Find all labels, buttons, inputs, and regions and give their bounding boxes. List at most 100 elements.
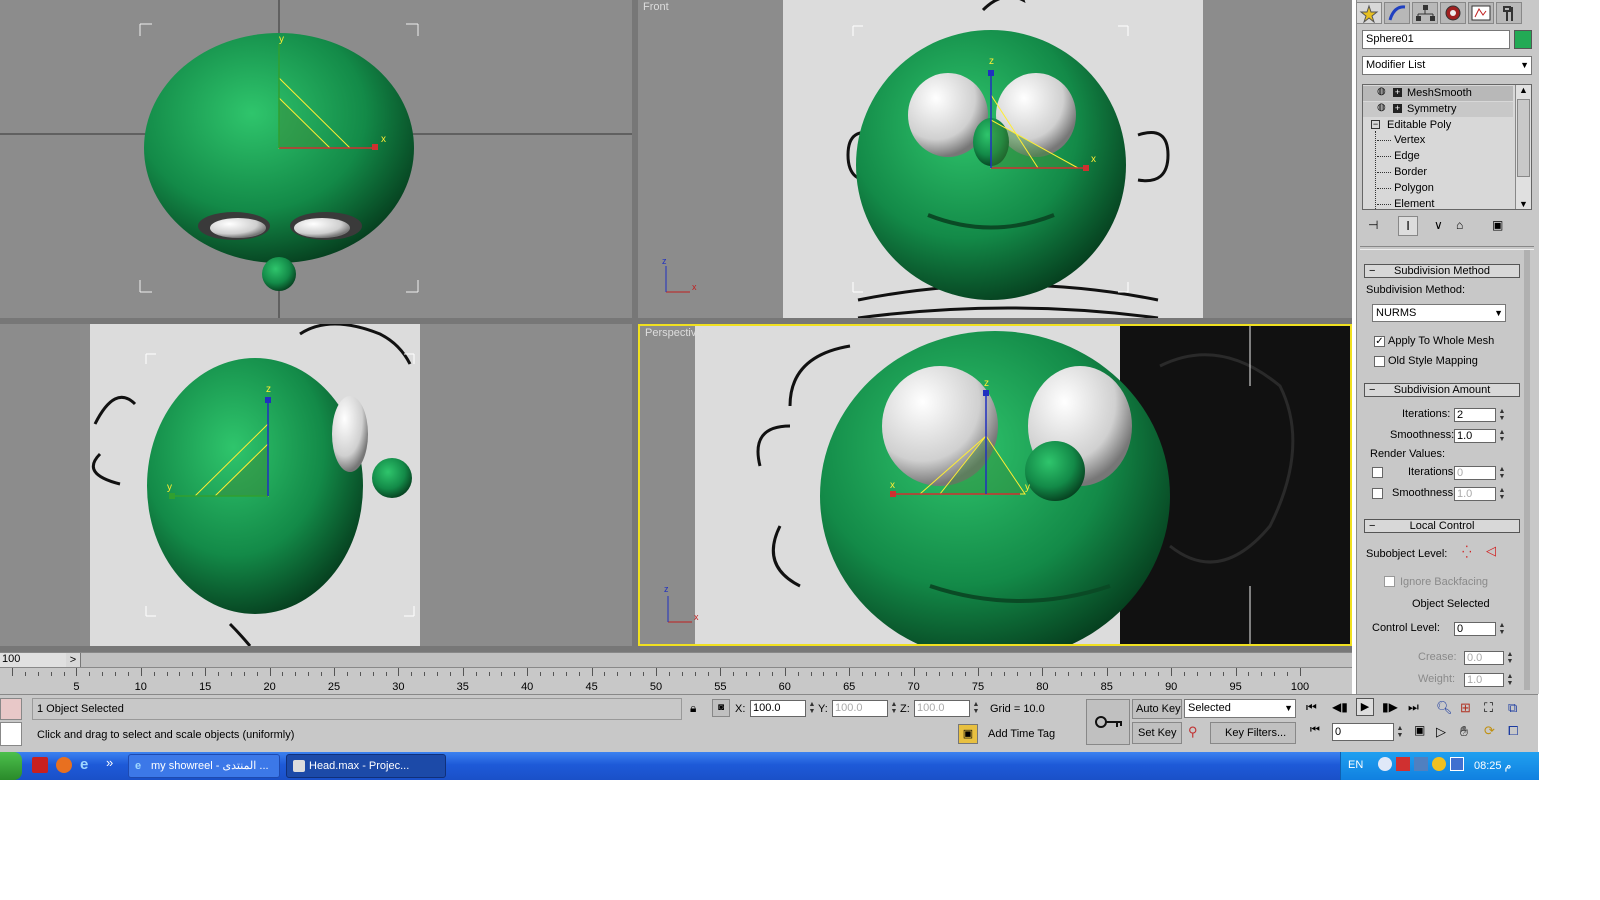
firefox-icon[interactable] — [56, 757, 72, 773]
go-to-end-icon[interactable]: ⏭︎ — [1408, 700, 1419, 715]
modifier-stack[interactable]: ◍ + MeshSmooth ◍ + Symmetry − Editable P… — [1362, 84, 1532, 210]
key-mode-toggle-icon[interactable]: ⏮︎ — [1310, 724, 1320, 737]
set-key-button[interactable]: Set Key — [1132, 722, 1182, 744]
tray-back-icon[interactable] — [1378, 757, 1392, 771]
rollout-subdivision-amount[interactable]: − Subdivision Amount — [1364, 383, 1520, 397]
next-frame-icon[interactable]: ▮▶︎ — [1382, 700, 1398, 714]
hierarchy-tab-icon[interactable] — [1412, 2, 1438, 24]
stack-scrollbar[interactable]: ▲ ▼ — [1515, 85, 1531, 209]
spinner-arrows-icon[interactable]: ▲ ▼ — [808, 701, 816, 715]
stack-subobject-border[interactable]: Border — [1377, 166, 1427, 178]
tray-messenger-icon[interactable] — [1432, 757, 1446, 771]
pan-icon[interactable]: ✋︎ — [1460, 723, 1468, 740]
utilities-tab-icon[interactable] — [1496, 2, 1522, 24]
viewport-left[interactable]: y z — [0, 324, 632, 646]
object-color-swatch[interactable] — [1514, 30, 1532, 49]
scroll-thumb[interactable] — [1517, 99, 1530, 177]
quick-launch-chevron[interactable]: » — [106, 755, 113, 770]
spinner-arrows-icon[interactable]: ▲ ▼ — [1506, 673, 1514, 687]
motion-tab-icon[interactable] — [1440, 2, 1466, 24]
subdivision-method-dropdown[interactable]: NURMS ▼ — [1372, 304, 1506, 322]
modifier-list-dropdown[interactable]: Modifier List ▼ — [1362, 56, 1532, 75]
zoom-extents-all-icon[interactable]: ⧉ — [1508, 700, 1517, 716]
iterations-spinner[interactable]: 2 — [1454, 408, 1496, 422]
key-mode-dropdown[interactable]: Selected ▼ — [1184, 699, 1296, 718]
tray-display-icon[interactable] — [1450, 757, 1464, 771]
language-indicator[interactable]: EN — [1348, 759, 1363, 771]
current-frame-field[interactable]: 0 — [1332, 723, 1394, 741]
display-tab-icon[interactable] — [1468, 2, 1494, 24]
stack-subobject-element[interactable]: Element — [1377, 198, 1434, 209]
default-in-out-tangent-button[interactable] — [1086, 699, 1130, 745]
spinner-arrows-icon[interactable]: ▲ ▼ — [1498, 466, 1506, 480]
old-style-mapping-checkbox[interactable] — [1374, 356, 1385, 367]
rollout-subdivision-method[interactable]: − Subdivision Method — [1364, 264, 1520, 278]
time-configuration-icon[interactable]: ▣ — [1414, 723, 1425, 737]
ignore-backfacing-checkbox[interactable] — [1384, 576, 1395, 587]
configure-sets-icon[interactable]: ▣ — [1492, 218, 1503, 232]
set-key-icon[interactable]: ⚲ — [1188, 724, 1198, 740]
tray-network-icon[interactable] — [1414, 757, 1428, 771]
maxscript-listener-pink[interactable] — [0, 698, 22, 720]
crease-spinner[interactable]: 0.0 — [1464, 651, 1504, 665]
internet-explorer-icon[interactable]: e — [80, 756, 88, 773]
tray-antivirus-icon[interactable] — [1396, 757, 1410, 771]
spinner-arrows-icon[interactable]: ▲ ▼ — [1498, 408, 1506, 422]
vertex-level-icon[interactable]: ⁛ — [1462, 545, 1472, 559]
expand-plus-icon[interactable]: + — [1393, 104, 1402, 113]
lock-selection-icon[interactable]: 🔒︎ — [690, 701, 696, 716]
taskbar-item-browser[interactable]: e my showreel - المنتدى ... — [128, 754, 280, 778]
remove-modifier-icon[interactable]: ⌂ — [1456, 218, 1463, 232]
zoom-icon[interactable]: 🔍︎ — [1436, 700, 1453, 716]
x-coord-field[interactable]: 100.0 — [750, 700, 806, 717]
stack-subobject-edge[interactable]: Edge — [1377, 150, 1420, 162]
time-tag-icon[interactable]: ▣ — [958, 724, 978, 744]
viewport-front[interactable]: x z z x Front — [638, 0, 1352, 318]
z-coord-field[interactable]: 100.0 — [914, 700, 970, 717]
spinner-arrows-icon[interactable]: ▲ ▼ — [890, 701, 898, 715]
edge-level-icon[interactable]: ◁ — [1486, 543, 1496, 559]
y-coord-field[interactable]: 100.0 — [832, 700, 888, 717]
trackbar[interactable]: 5 10 15 20 25 30 35 40 45 50 55 60 65 70 75 80 85 90 95 100 — [0, 668, 1352, 694]
spinner-arrows-icon[interactable]: ▲ ▼ — [1498, 622, 1506, 636]
render-iterations-checkbox[interactable] — [1372, 467, 1383, 478]
go-to-start-icon[interactable]: ⏮︎ — [1306, 700, 1317, 715]
viewport-perspective[interactable]: x y z z x Perspective — [638, 324, 1352, 646]
render-smoothness-spinner[interactable]: 1.0 — [1454, 487, 1496, 501]
adobe-reader-icon[interactable] — [32, 757, 48, 773]
apply-whole-mesh-checkbox[interactable]: ✓ — [1374, 336, 1385, 347]
auto-key-button[interactable]: Auto Key — [1132, 699, 1182, 719]
render-iterations-spinner[interactable]: 0 — [1454, 466, 1496, 480]
smoothness-spinner[interactable]: 1.0 — [1454, 429, 1496, 443]
collapse-minus-icon[interactable]: − — [1371, 120, 1380, 129]
panel-scrollbar[interactable] — [1524, 250, 1530, 690]
rollout-local-control[interactable]: − Local Control — [1364, 519, 1520, 533]
maximize-viewport-icon[interactable]: ⧠ — [1508, 723, 1518, 739]
absolute-mode-button[interactable]: ◙ — [712, 699, 730, 717]
scroll-down-icon[interactable]: ▼ — [1519, 199, 1528, 209]
object-name-field[interactable]: Sphere01 — [1362, 30, 1510, 49]
weight-spinner[interactable]: 1.0 — [1464, 673, 1504, 687]
stack-item-symmetry[interactable]: ◍ + Symmetry — [1363, 102, 1513, 117]
control-level-spinner[interactable]: 0 — [1454, 622, 1496, 636]
add-time-tag-label[interactable]: Add Time Tag — [988, 728, 1055, 740]
taskbar-item-3dsmax[interactable]: Head.max - Projec... — [286, 754, 446, 778]
maxscript-listener-white[interactable] — [0, 722, 22, 746]
spinner-arrows-icon[interactable]: ▲ ▼ — [1396, 725, 1404, 739]
render-smoothness-checkbox[interactable] — [1372, 488, 1383, 499]
make-unique-icon[interactable]: ∨ — [1434, 218, 1443, 232]
play-icon[interactable]: ▶ — [1356, 698, 1374, 716]
arc-rotate-icon[interactable]: ⟳ — [1484, 723, 1495, 739]
start-button[interactable] — [0, 752, 22, 780]
lightbulb-icon[interactable]: ◍ — [1377, 102, 1386, 113]
lightbulb-icon[interactable]: ◍ — [1377, 86, 1386, 97]
pin-stack-icon[interactable]: ⊣ — [1368, 218, 1378, 232]
key-filters-button[interactable]: Key Filters... — [1210, 722, 1296, 744]
show-end-result-icon[interactable]: I — [1398, 216, 1418, 236]
zoom-all-icon[interactable]: ⊞ — [1460, 700, 1471, 716]
spinner-arrows-icon[interactable]: ▲ ▼ — [1498, 487, 1506, 501]
stack-item-meshsmooth[interactable]: ◍ + MeshSmooth — [1363, 86, 1513, 101]
spinner-arrows-icon[interactable]: ▲ ▼ — [1498, 429, 1506, 443]
modify-tab-icon[interactable] — [1384, 2, 1410, 24]
field-of-view-icon[interactable]: ▷ — [1436, 724, 1446, 740]
